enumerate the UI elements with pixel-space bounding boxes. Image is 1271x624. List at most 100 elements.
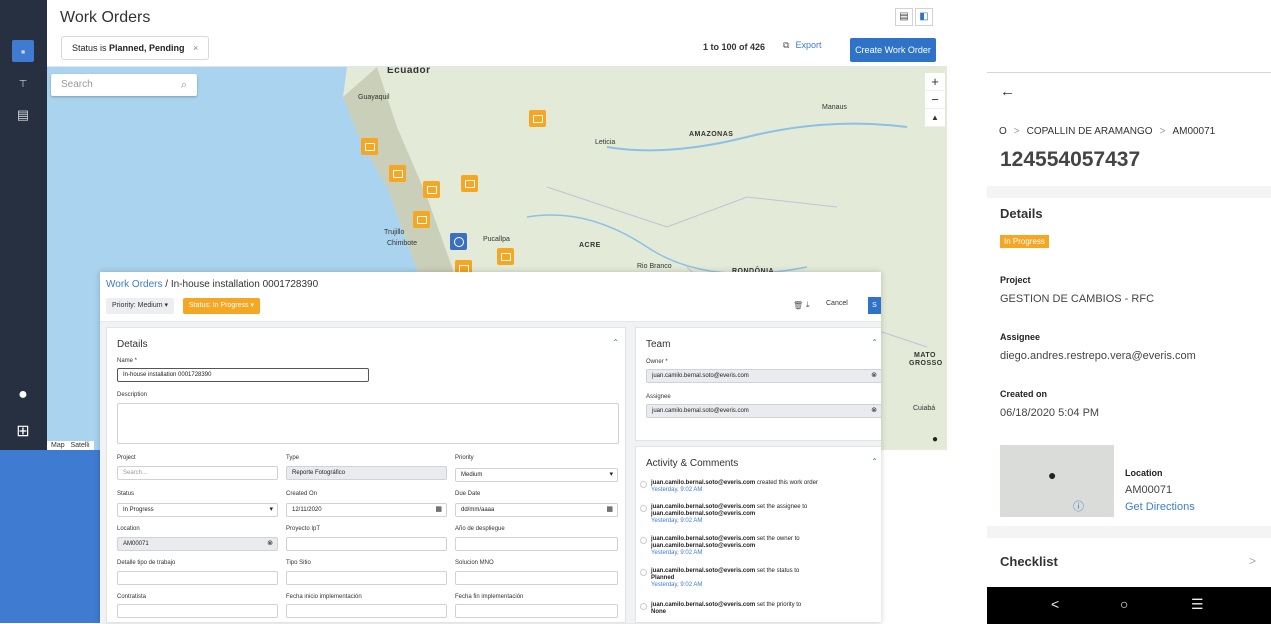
zoom-out-button[interactable]: − bbox=[925, 91, 945, 109]
activity-action: set the priority to bbox=[755, 602, 802, 608]
nav-menu-icon[interactable]: ☰ bbox=[1191, 596, 1204, 613]
export-button[interactable]: ⧉ Export bbox=[783, 40, 821, 51]
tipo-sitio-input[interactable] bbox=[286, 571, 447, 585]
created-on-input[interactable]: 12/11/2020 ▦ bbox=[286, 503, 447, 517]
solucion-mno-input[interactable] bbox=[455, 571, 618, 585]
info-icon[interactable]: ● bbox=[932, 434, 938, 445]
details-card-title: Details bbox=[117, 339, 148, 350]
work-order-detail-panel: Work Orders / In-house installation 0001… bbox=[100, 272, 881, 623]
priority-select[interactable]: Medium ▾ bbox=[455, 468, 618, 482]
list-view-icon[interactable]: ▤ bbox=[895, 8, 913, 26]
status-dropdown[interactable]: Status: In Progress ▾ bbox=[183, 298, 260, 314]
map-tab[interactable]: Map bbox=[51, 442, 65, 449]
create-work-order-button[interactable]: Create Work Order bbox=[850, 38, 936, 62]
location-map-thumbnail[interactable]: ● ⓘ bbox=[1000, 445, 1114, 517]
map-pin[interactable] bbox=[389, 165, 406, 182]
get-directions-link[interactable]: Get Directions bbox=[1125, 501, 1195, 513]
back-arrow-icon[interactable]: ← bbox=[1000, 83, 1015, 100]
name-input[interactable]: In-house installation 0001728390 bbox=[117, 368, 369, 382]
collapse-icon[interactable]: ⌃ bbox=[612, 338, 619, 347]
clear-icon[interactable]: ⊗ bbox=[871, 370, 877, 382]
location-value: AM00071 bbox=[123, 541, 149, 547]
chevron-right-icon[interactable]: > bbox=[1249, 554, 1256, 568]
activity-user: juan.camilo.bernal.soto@everis.com bbox=[651, 504, 756, 510]
calendar-icon[interactable]: ▦ bbox=[435, 504, 442, 516]
clear-icon[interactable]: ⊗ bbox=[871, 405, 877, 417]
type-field: Reporte Fotográfico bbox=[286, 466, 447, 480]
save-button[interactable]: S bbox=[868, 297, 881, 314]
collapse-icon[interactable]: ⌃ bbox=[871, 457, 878, 466]
priority-value: Medium bbox=[461, 472, 483, 478]
divider bbox=[987, 526, 1271, 538]
clipboard-icon[interactable]: ▤ bbox=[12, 104, 34, 126]
created-on-value: 06/18/2020 5:04 PM bbox=[1000, 407, 1100, 419]
calendar-icon[interactable]: ▦ bbox=[606, 504, 613, 516]
map-label-rio-branco: Rio Branco bbox=[637, 263, 672, 270]
contratista-label: Contratista bbox=[117, 594, 147, 600]
scheduled-map-pin[interactable] bbox=[450, 233, 467, 250]
map-view-icon[interactable]: ◧ bbox=[915, 8, 933, 26]
contratista-input[interactable] bbox=[117, 604, 278, 618]
user-icon[interactable]: ● bbox=[12, 384, 34, 406]
cancel-button[interactable]: Cancel bbox=[826, 300, 848, 307]
page-title: Work Orders bbox=[60, 9, 151, 26]
nav-back-icon[interactable]: < bbox=[1051, 596, 1059, 612]
map-label-ecuador: Ecuador bbox=[387, 67, 431, 76]
activity-action: created this work order bbox=[755, 480, 818, 486]
description-textarea[interactable] bbox=[117, 403, 619, 444]
due-date-input[interactable]: dd/mm/aaaa ▦ bbox=[455, 503, 618, 517]
briefcase-icon[interactable]: ▪ bbox=[12, 40, 34, 62]
map-pin[interactable] bbox=[461, 175, 478, 192]
anio-despliegue-input[interactable] bbox=[455, 537, 618, 551]
activity-target: None bbox=[651, 609, 666, 615]
assignee-label: Assignee bbox=[646, 394, 671, 400]
crumb-item[interactable]: O bbox=[999, 126, 1007, 137]
location-field[interactable]: AM00071 ⊗ bbox=[117, 537, 278, 551]
pencil-icon bbox=[640, 481, 647, 488]
activity-time: Yesterday, 9:02 AM bbox=[651, 487, 703, 493]
crumb-item[interactable]: COPALLIN DE ARAMANGO bbox=[1027, 126, 1153, 137]
chevron-down-icon: ▾ bbox=[609, 471, 613, 478]
crumb-item[interactable]: AM00071 bbox=[1172, 126, 1215, 137]
satellite-tab[interactable]: Satelli bbox=[70, 442, 89, 449]
proyecto-ipt-input[interactable] bbox=[286, 537, 447, 551]
fecha-fin-input[interactable] bbox=[455, 604, 618, 618]
map-search-input[interactable]: Search ⌕ bbox=[51, 74, 197, 96]
close-icon[interactable]: × bbox=[187, 43, 198, 53]
map-label-manaus: Manaus bbox=[822, 104, 847, 111]
map-pin[interactable] bbox=[529, 110, 546, 127]
download-icon[interactable]: ⤓ bbox=[806, 300, 810, 310]
filter-chip-value: Planned, Pending bbox=[109, 43, 185, 53]
collapse-icon[interactable]: ⌃ bbox=[871, 338, 878, 347]
activity-action: set the owner to bbox=[755, 536, 800, 542]
status-filter-chip[interactable]: Status is Planned, Pending × bbox=[61, 36, 210, 60]
breadcrumb-link[interactable]: Work Orders bbox=[106, 279, 163, 290]
status-select[interactable]: In Progress ▾ bbox=[117, 503, 278, 517]
map-pin[interactable] bbox=[413, 211, 430, 228]
location-label: Location bbox=[117, 526, 140, 532]
clear-icon[interactable]: ⊗ bbox=[267, 538, 273, 550]
delete-icon[interactable]: 🗑 bbox=[793, 301, 803, 310]
compass-icon[interactable]: ▲ bbox=[925, 109, 945, 127]
owner-field[interactable]: juan.camilo.bernal.soto@everis.com ⊗ bbox=[646, 369, 881, 383]
project-search-input[interactable]: Search... bbox=[117, 466, 278, 480]
description-label: Description bbox=[117, 392, 148, 398]
activity-item: juan.camilo.bernal.soto@everis.com set t… bbox=[640, 504, 861, 525]
map-pin[interactable] bbox=[497, 248, 514, 265]
apps-grid-icon[interactable]: ⊞ bbox=[12, 420, 34, 442]
activity-time: Yesterday, 9:02 AM bbox=[651, 582, 703, 588]
person-icon bbox=[640, 537, 647, 544]
hierarchy-icon[interactable]: ⊤ bbox=[12, 73, 34, 95]
priority-dropdown[interactable]: Priority: Medium ▾ bbox=[106, 298, 175, 314]
info-icon[interactable]: ⓘ bbox=[1073, 498, 1084, 514]
detalle-tipo-input[interactable] bbox=[117, 571, 278, 585]
zoom-in-button[interactable]: + bbox=[925, 73, 945, 91]
assignee-field[interactable]: juan.camilo.bernal.soto@everis.com ⊗ bbox=[646, 404, 881, 418]
nav-home-icon[interactable]: ○ bbox=[1120, 596, 1128, 612]
fecha-inicio-input[interactable] bbox=[286, 604, 447, 618]
activity-user: juan.camilo.bernal.soto@everis.com bbox=[651, 480, 756, 486]
map-pin[interactable] bbox=[361, 138, 378, 155]
map-pin[interactable] bbox=[423, 181, 440, 198]
checklist-row[interactable]: Checklist bbox=[1000, 554, 1058, 569]
activity-target: Planned bbox=[651, 575, 675, 581]
